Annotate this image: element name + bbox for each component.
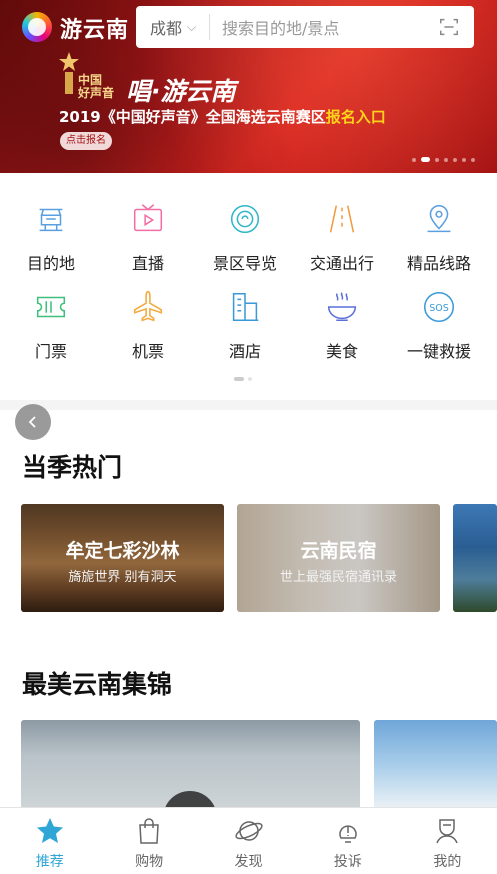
page-dot (248, 377, 252, 381)
entry-label: 目的地 (26, 254, 75, 273)
scan-icon[interactable] (438, 16, 460, 38)
tab-label: 购物 (135, 854, 164, 870)
search-bar[interactable]: 成都 ⌵ 搜索目的地/景点 (136, 6, 474, 48)
entry-flight[interactable]: 机票 (99, 288, 197, 368)
entry-ticket[interactable]: 门票 (2, 288, 100, 368)
carousel-dot[interactable] (462, 157, 466, 162)
entry-route[interactable]: 精品线路 (390, 200, 488, 280)
entry-label: 一键救援 (406, 342, 471, 361)
airplane-icon (133, 291, 163, 322)
hotel-icon (232, 292, 259, 322)
page-dot-active (234, 377, 244, 381)
trophy-icon (59, 52, 79, 94)
tab-label: 投诉 (333, 854, 362, 870)
guide-icon (230, 204, 260, 234)
banner-subline: 2019《中国好声音》全国海选云南赛区报名入口 (59, 106, 386, 127)
carousel-indicator (412, 157, 475, 162)
carousel-dot[interactable] (453, 157, 457, 162)
tab-recommend[interactable]: 推荐 (0, 808, 99, 874)
tab-discover[interactable]: 发现 (199, 808, 298, 874)
complaint-icon (339, 825, 357, 843)
search-input[interactable]: 搜索目的地/景点 (210, 15, 438, 39)
banner-headline: 唱·游云南 (126, 77, 236, 106)
entry-destination[interactable]: 目的地 (2, 200, 100, 280)
card-title: 云南民宿 (300, 540, 377, 562)
show-logo-line2: 好声音 (78, 86, 115, 100)
entry-label: 景区导览 (212, 254, 277, 273)
grid-page-indicator (234, 377, 252, 381)
planet-icon (234, 821, 263, 841)
svg-text:SOS: SOS (429, 303, 449, 314)
chevron-left-icon (28, 416, 36, 428)
entry-label: 机票 (131, 342, 164, 361)
entry-live[interactable]: 直播 (99, 200, 197, 280)
season-card[interactable]: 云南民宿 世上最强民宿通讯录 (237, 504, 440, 612)
section-title-season: 当季热门 (22, 453, 123, 482)
season-card-partial[interactable] (453, 504, 497, 612)
app-root: 游云南 成都 ⌵ 搜索目的地/景点 中国 好声音 唱·游云南 2019《中国好声… (0, 0, 497, 874)
bottom-tab-bar: 推荐 购物 发现 投诉 我的 (0, 807, 497, 874)
shopping-bag-icon (139, 818, 159, 844)
profile-icon (436, 819, 459, 844)
tab-label: 我的 (433, 854, 462, 870)
quick-entry-grid: 目的地 直播 景区导览 交通出行 精品线路 门票 机票 酒店 美食 SOS 一键… (0, 190, 497, 361)
food-bowl-icon (327, 292, 357, 322)
entry-transport[interactable]: 交通出行 (293, 200, 391, 280)
card-title: 牟定七彩沙林 (65, 540, 180, 562)
entry-label: 精品线路 (406, 254, 471, 273)
entry-label: 美食 (325, 342, 358, 361)
entry-sos[interactable]: SOS 一键救援 (390, 288, 488, 368)
chevron-down-icon: ⌵ (187, 19, 197, 34)
star-icon (36, 818, 63, 843)
card-subtitle: 世上最强民宿通讯录 (279, 570, 397, 585)
tab-label: 发现 (234, 854, 263, 870)
show-logo: 中国 好声音 (78, 74, 114, 100)
section-title-gallery: 最美云南集锦 (22, 670, 173, 699)
entry-label: 酒店 (228, 342, 261, 361)
route-pin-icon (427, 204, 451, 233)
carousel-dot-active[interactable] (421, 157, 430, 162)
entry-hotel[interactable]: 酒店 (196, 288, 294, 368)
entry-label: 直播 (131, 254, 164, 273)
tab-profile[interactable]: 我的 (398, 808, 497, 874)
carousel-dot[interactable] (471, 157, 475, 162)
tab-label: 推荐 (35, 854, 64, 870)
app-logo-icon (22, 12, 52, 42)
live-icon (133, 204, 163, 232)
city-selector[interactable]: 成都 ⌵ (136, 14, 210, 40)
card-subtitle: 旖旎世界 别有洞天 (68, 570, 177, 585)
city-label: 成都 (150, 19, 183, 38)
carousel-dot[interactable] (444, 157, 448, 162)
entry-food[interactable]: 美食 (293, 288, 391, 368)
gallery-image[interactable] (374, 720, 497, 810)
carousel-dot[interactable] (412, 157, 416, 162)
signup-button[interactable]: 点击报名 (60, 132, 112, 150)
entry-label: 交通出行 (309, 254, 374, 273)
back-button[interactable] (15, 404, 51, 440)
promo-banner[interactable]: 游云南 成都 ⌵ 搜索目的地/景点 中国 好声音 唱·游云南 2019《中国好声… (0, 0, 497, 173)
sos-icon: SOS (423, 291, 455, 323)
tab-shopping[interactable]: 购物 (99, 808, 198, 874)
top-bar: 游云南 成都 ⌵ 搜索目的地/景点 (0, 0, 497, 52)
ticket-icon (36, 296, 66, 318)
app-name: 游云南 (60, 18, 130, 43)
entry-guide[interactable]: 景区导览 (196, 200, 294, 280)
banner-subline-prefix: 2019《中国好声音》全国海选云南赛区 (59, 108, 326, 126)
season-card[interactable]: 牟定七彩沙林 旖旎世界 别有洞天 (21, 504, 224, 612)
road-icon (329, 205, 355, 233)
carousel-dot[interactable] (435, 157, 439, 162)
entry-label: 门票 (34, 342, 67, 361)
section-divider (0, 400, 497, 410)
tab-complaint[interactable]: 投诉 (298, 808, 397, 874)
destination-icon (39, 208, 63, 232)
banner-subline-highlight: 报名入口 (325, 108, 386, 126)
